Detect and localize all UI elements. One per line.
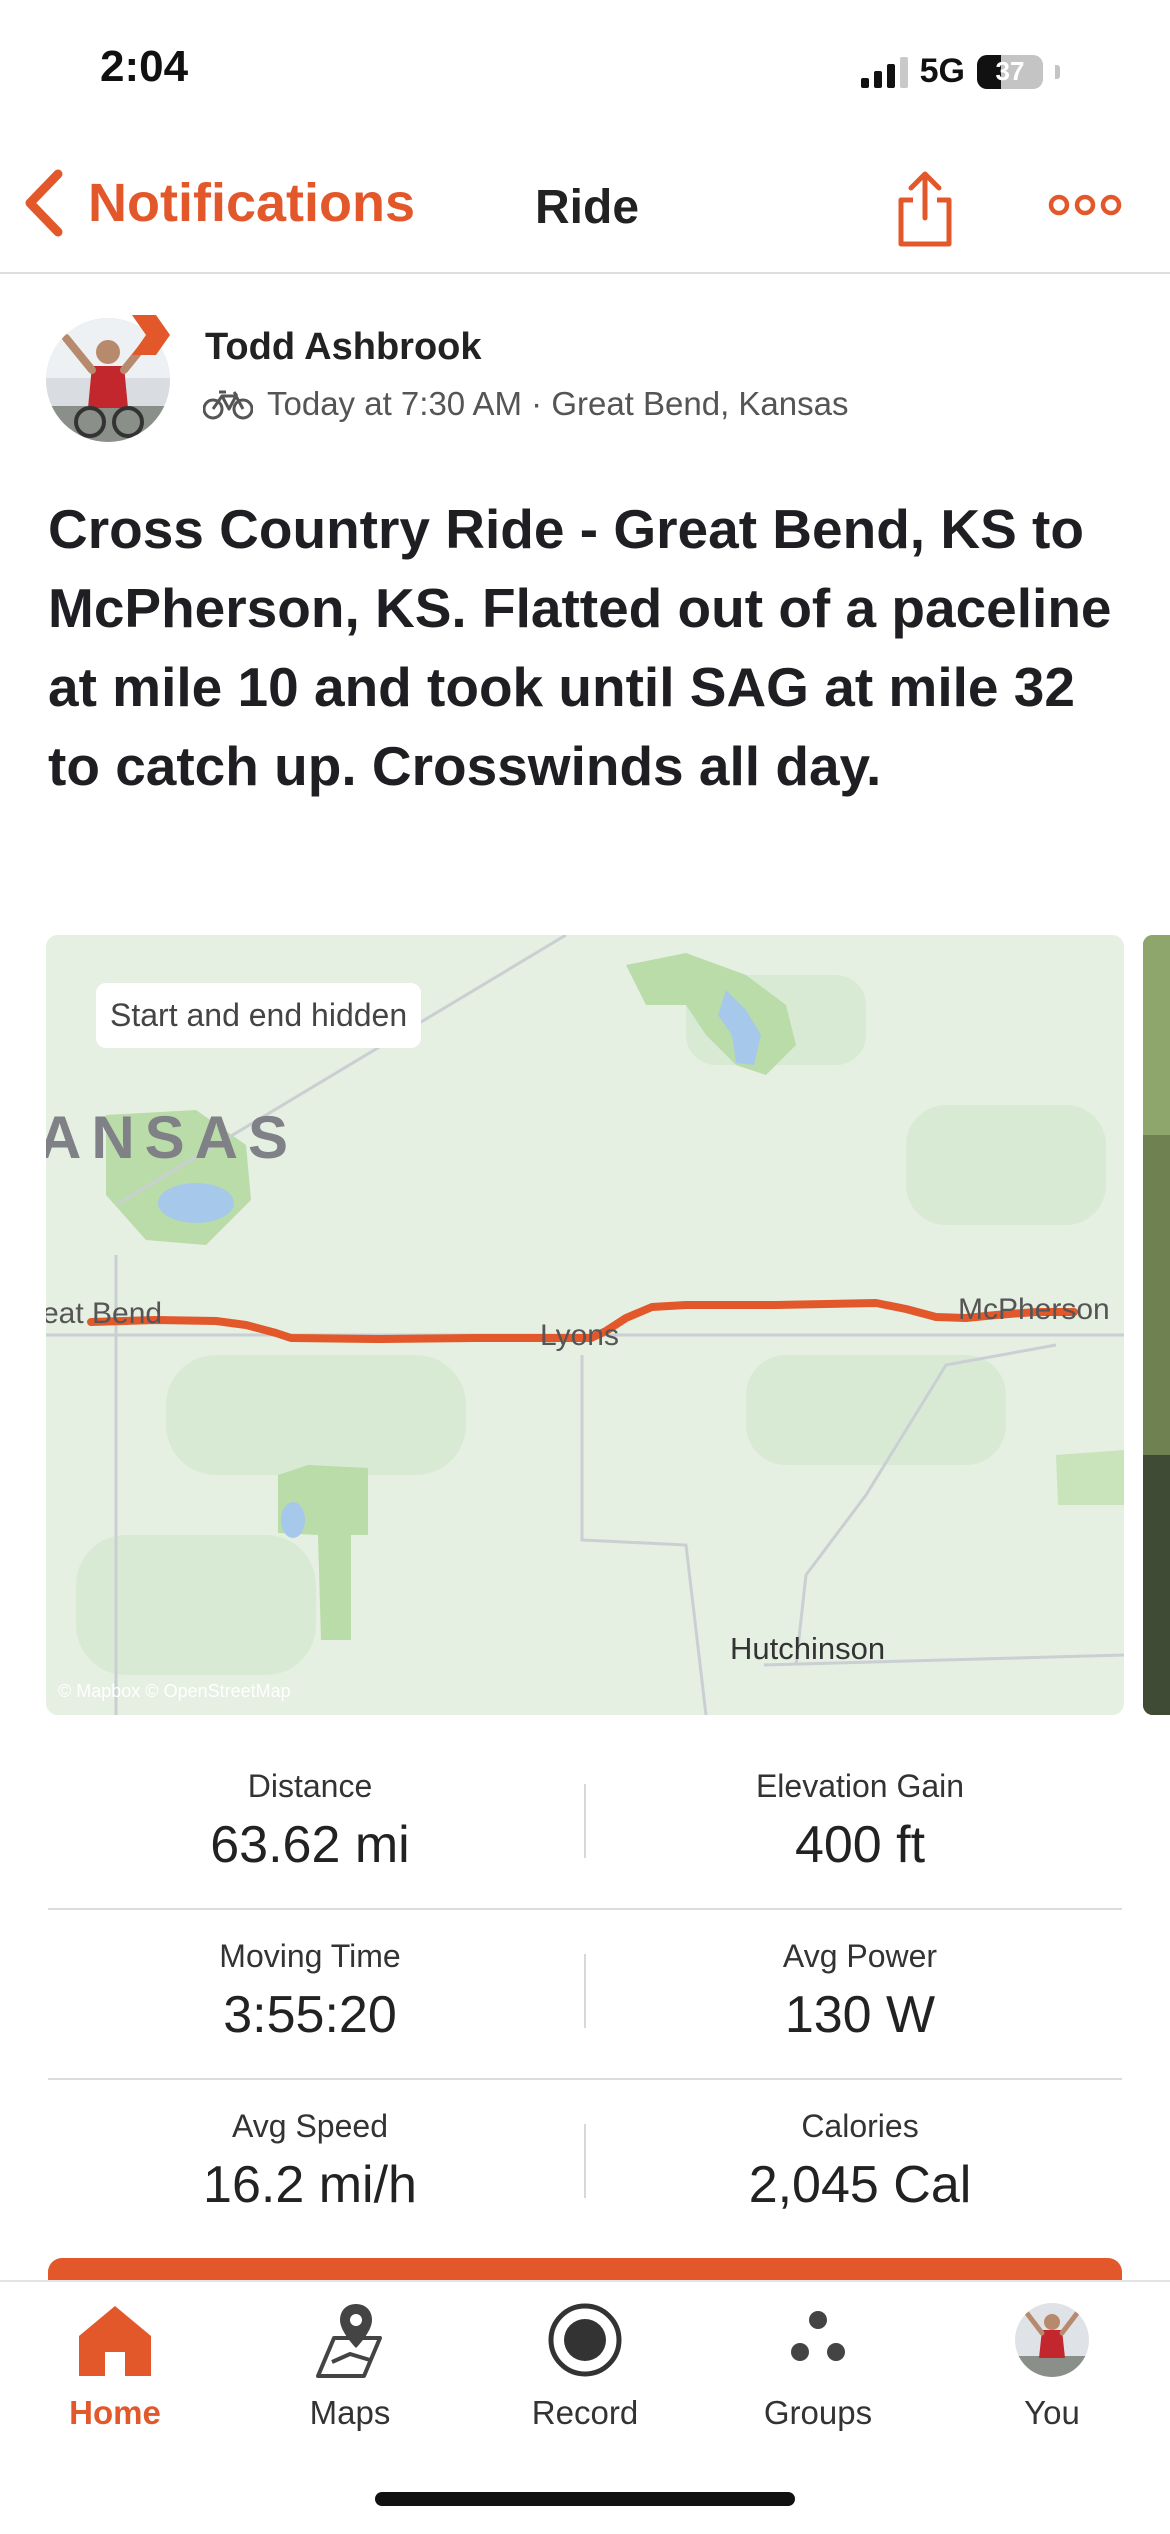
stat-label: Moving Time [219,1938,401,1974]
status-indicators: 5G 37 [860,52,1060,91]
tab-label: Maps [309,2394,391,2431]
cellular-signal-icon [860,56,908,88]
back-button[interactable]: Notifications [22,168,415,238]
tab-record[interactable]: Record [485,2290,685,2432]
share-button[interactable] [895,168,955,248]
header-divider [0,272,1170,274]
tab-label: You [1024,2394,1080,2431]
tab-label: Groups [763,2394,873,2431]
tab-label: Home [69,2394,161,2431]
status-time: 2:04 [100,42,189,91]
stat-value: 3:55:20 [223,1986,397,2044]
map-pin-icon [316,2304,382,2378]
stat-avg-power: Avg Power 130 W [585,1938,1135,2045]
place-great-bend: eat Bend [46,1297,163,1330]
more-horizontal-icon [1048,194,1122,216]
stat-label: Avg Power [782,1938,938,1974]
stat-value: 130 W [784,1986,936,2044]
stat-row-divider [48,2078,1122,2080]
profile-avatar [1015,2303,1089,2377]
stat-distance: Distance 63.62 mi [35,1768,585,1875]
state-label: ANSAS [46,1104,299,1171]
activity-meta: Today at 7:30 AM · Great Bend, Kansas [203,385,849,423]
stat-label: Elevation Gain [755,1768,965,1804]
stat-elevation-gain: Elevation Gain 400 ft [585,1768,1135,1875]
stat-label: Distance [247,1768,373,1804]
share-icon [898,171,952,247]
groups-icon [791,2311,845,2361]
page-title: Ride [535,181,640,234]
battery-percent: 37 [995,56,1025,86]
map-attribution: © Mapbox © OpenStreetMap [58,1681,291,1701]
stat-calories: Calories 2,045 Cal [585,2108,1135,2215]
subscriber-badge-icon [132,315,170,355]
stat-value: 16.2 mi/h [203,2156,417,2214]
next-media-preview[interactable] [1143,935,1170,1715]
route-map[interactable]: Start and end hidden ANSAS eat Bend Lyon… [46,935,1124,1715]
back-label: Notifications [88,173,416,233]
activity-date-location: Today at 7:30 AM · Great Bend, Kansas [267,385,849,422]
tab-maps[interactable]: Maps [250,2290,450,2432]
stat-value: 400 ft [794,1816,926,1874]
more-options-button[interactable] [1048,190,1122,220]
stat-label: Calories [801,2108,919,2144]
stat-value: 2,045 Cal [748,2156,972,2214]
tab-home[interactable]: Home [15,2290,215,2432]
stat-value: 63.62 mi [210,1816,410,1874]
place-mcpherson: McPherson [958,1293,1110,1326]
privacy-label: Start and end hidden [96,983,422,1048]
record-icon [548,2303,622,2377]
home-icon [79,2306,151,2376]
athlete-name[interactable]: Todd Ashbrook [205,326,482,369]
lake-2 [158,1183,234,1223]
lake-3 [281,1502,305,1538]
stat-row-divider [48,1908,1122,1910]
battery-icon: 37 [977,54,1043,89]
stat-moving-time: Moving Time 3:55:20 [35,1938,585,2045]
network-type: 5G [919,52,965,90]
stat-avg-speed: Avg Speed 16.2 mi/h [35,2108,585,2215]
bike-icon [203,390,253,420]
home-indicator[interactable] [375,2492,795,2506]
chevron-left-icon [25,169,63,237]
park-area-4 [1056,1450,1124,1505]
place-hutchinson: Hutchinson [730,1631,886,1666]
photo-thumbnail [1143,935,1170,1715]
tab-you[interactable]: You [952,2290,1152,2432]
activity-description: Cross Country Ride - Great Bend, KS to M… [48,498,1112,797]
tab-groups[interactable]: Groups [718,2290,918,2432]
place-lyons: Lyons [540,1319,619,1352]
tab-label: Record [531,2394,639,2431]
stat-label: Avg Speed [232,2108,388,2144]
battery-tip [1055,64,1060,79]
